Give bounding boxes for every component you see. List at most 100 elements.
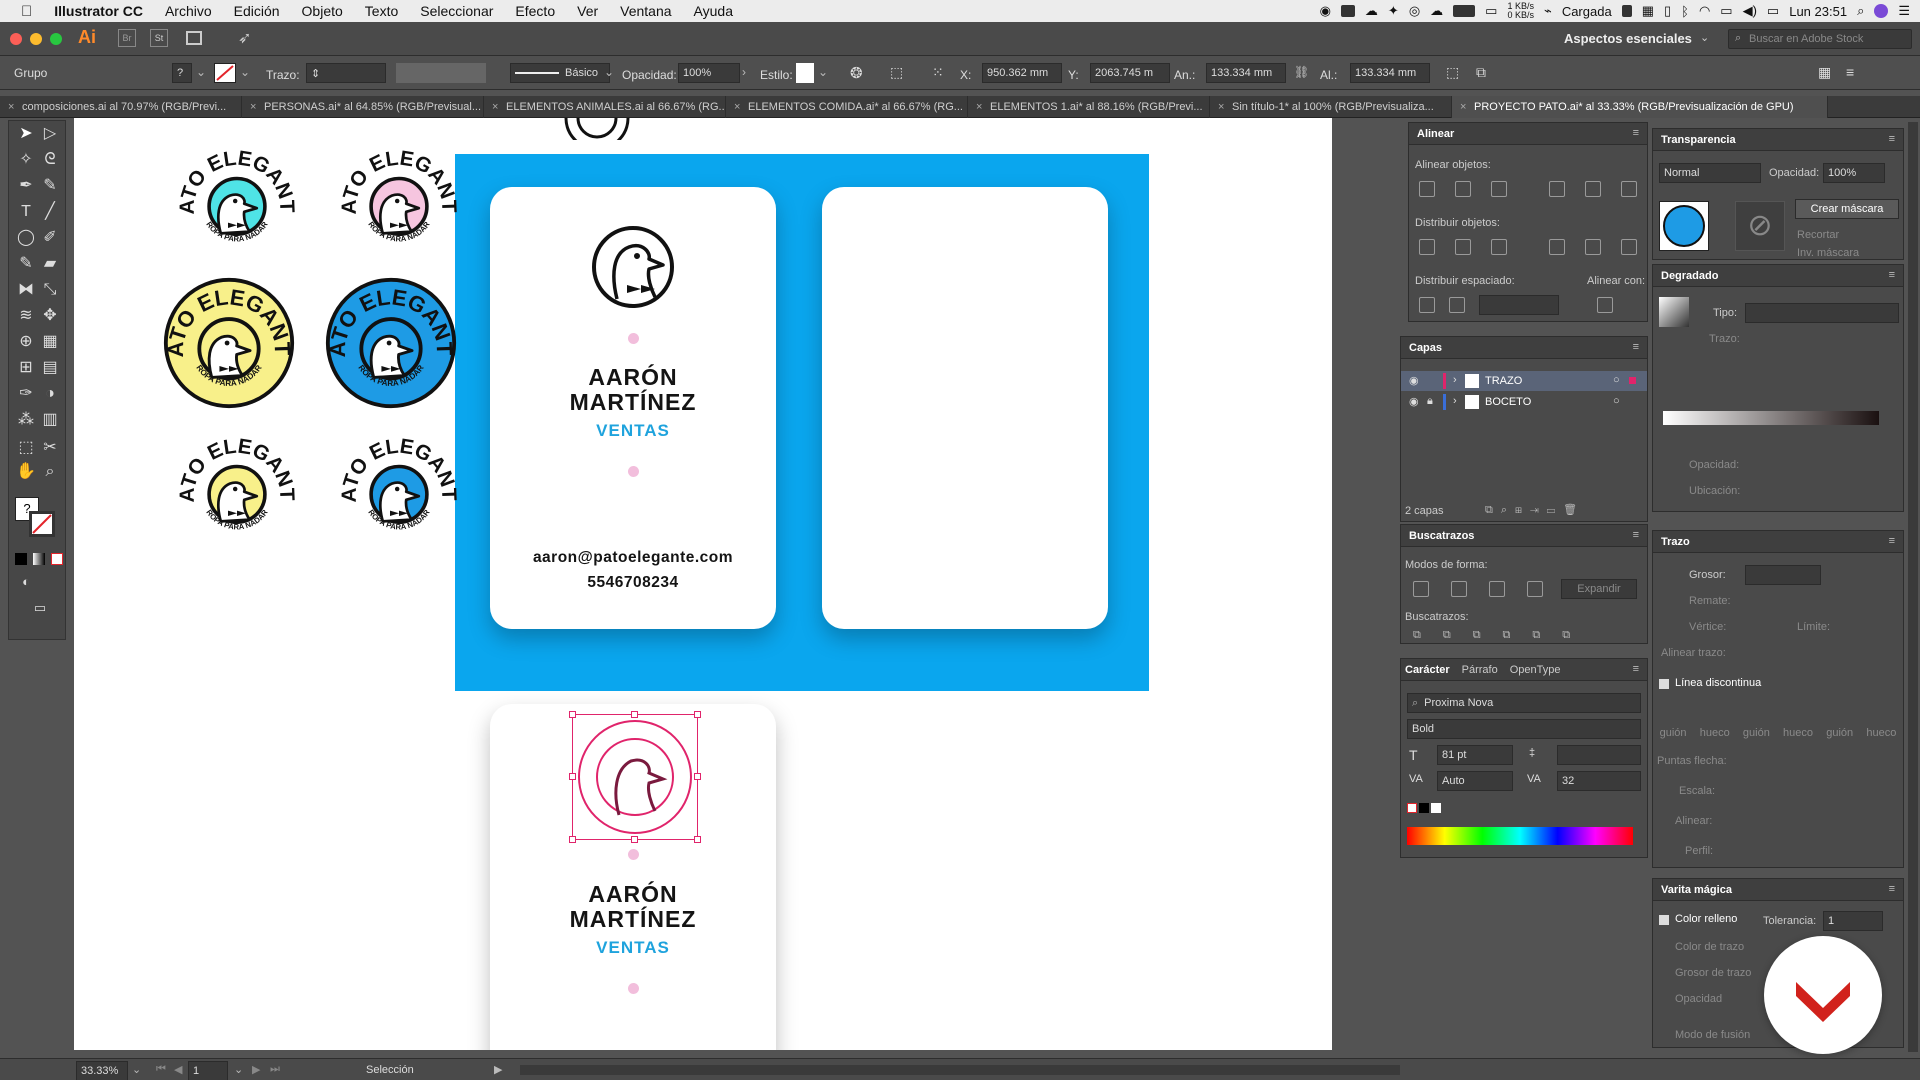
align-bottom-icon[interactable] <box>1621 181 1637 197</box>
bridge-icon[interactable]: Br <box>118 29 136 47</box>
scale-tool-icon[interactable]: ⤡ <box>39 279 61 301</box>
menu-archivo[interactable]: Archivo <box>154 3 223 19</box>
handle-bottom[interactable] <box>631 836 638 843</box>
transparency-panel-header[interactable]: Transparencia ≡ <box>1653 129 1903 151</box>
gradient-mode-icon[interactable] <box>33 553 45 565</box>
layer-name-trazo[interactable]: TRAZO <box>1485 375 1522 387</box>
canvas[interactable]: AARÓN MARTÍNEZ VENTAS aaron@patoelegante… <box>74 118 1334 1050</box>
distribute-hspace-icon[interactable] <box>1449 297 1465 313</box>
black-swatch[interactable] <box>1419 803 1429 813</box>
menu-efecto[interactable]: Efecto <box>504 3 566 19</box>
draw-mode-icon[interactable]: ◐ <box>15 571 37 593</box>
shape-builder-tool-icon[interactable]: ⊕ <box>15 331 37 353</box>
menu-ayuda[interactable]: Ayuda <box>683 3 744 19</box>
stock-icon[interactable]: St <box>150 29 168 47</box>
menu-objeto[interactable]: Objeto <box>291 3 354 19</box>
none-swatch[interactable] <box>1407 803 1417 813</box>
visibility-eye-icon[interactable]: ◉ <box>1409 374 1419 387</box>
siri-icon[interactable] <box>1874 4 1889 18</box>
make-mask-button[interactable]: Crear máscara <box>1795 199 1899 219</box>
stroke-weight-option[interactable]: Grosor de trazo <box>1675 967 1751 979</box>
handle-bottom-left[interactable] <box>569 836 576 843</box>
white-swatch[interactable] <box>1431 803 1441 813</box>
distribute-vcenter-icon[interactable] <box>1455 239 1471 255</box>
tab-elementos-comida[interactable]: ELEMENTOS COMIDA.ai* al 66.67% (RG... <box>726 96 968 118</box>
pato-elegante-logo[interactable]: PATO ELEGANTEROPA PARA NADAR <box>336 138 462 264</box>
workspace-switcher[interactable]: Aspectos esenciales <box>1564 31 1692 46</box>
pathfinder-ops-icons[interactable]: ⧉⧉⧉⧉⧉⧉ <box>1413 629 1592 642</box>
leading-field[interactable] <box>1557 745 1641 765</box>
visibility-eye-icon[interactable]: ◉ <box>1409 395 1419 408</box>
layer-actions-icons[interactable]: ⧉⌕⊞⇥▭🗑︎ <box>1485 503 1585 517</box>
brush-dropdown-icon[interactable]: ⌄ <box>604 65 614 79</box>
zoom-tool-icon[interactable]: ⌕ <box>39 461 61 483</box>
menu-edicion[interactable]: Edición <box>223 3 291 19</box>
tab-parrafo[interactable]: Párrafo <box>1462 664 1498 676</box>
wifi-icon[interactable]: ◠ <box>1699 3 1710 19</box>
zoom-field[interactable]: 33.33% <box>76 1061 128 1080</box>
font-size-field[interactable]: 81 pt <box>1437 745 1513 765</box>
constrain-proportions-icon[interactable]: ⛓ <box>1294 65 1309 79</box>
handle-bottom-right[interactable] <box>694 836 701 843</box>
tab-elementos-1[interactable]: ELEMENTOS 1.ai* al 88.16% (RGB/Previ... <box>968 96 1210 118</box>
align-to-selection-icon[interactable] <box>1597 297 1613 313</box>
paintbrush-tool-icon[interactable]: ✐ <box>39 227 61 249</box>
layer-row-trazo[interactable]: ◉ › TRAZO ○ <box>1401 371 1647 391</box>
gradient-type-select[interactable] <box>1745 303 1899 323</box>
minus-front-icon[interactable] <box>1451 581 1467 597</box>
zoom-window-button[interactable] <box>50 33 62 45</box>
pathfinder-panel-header[interactable]: Buscatrazos ≡ <box>1401 525 1647 547</box>
stock-search[interactable]: ⌕ Buscar en Adobe Stock <box>1728 29 1912 49</box>
artboard-number-field[interactable]: 1 <box>188 1061 228 1080</box>
symbol-sprayer-tool-icon[interactable]: ⁂ <box>15 409 37 431</box>
last-artboard-icon[interactable]: ⏭ <box>270 1063 280 1076</box>
invert-mask-label[interactable]: Inv. máscara <box>1797 247 1859 259</box>
tab-sin-titulo[interactable]: Sin título-1* al 100% (RGB/Previsualiza.… <box>1210 96 1452 118</box>
notifications-icon[interactable]: ☰ <box>1898 3 1910 19</box>
font-family-select[interactable]: ⌕ Proxima Nova <box>1407 693 1641 713</box>
reflect-tool-icon[interactable]: ⧓ <box>15 279 37 301</box>
fill-swatch[interactable]: ? <box>172 63 192 83</box>
spotlight-icon[interactable]: ⌕ <box>1857 3 1864 19</box>
recolor-icon[interactable]: ❂ <box>850 64 863 82</box>
tolerance-field[interactable]: 1 <box>1823 911 1883 931</box>
stroke-menu-icon[interactable]: ≡ <box>1889 535 1895 547</box>
pato-elegante-logo[interactable]: PATO ELEGANTEROPA PARA NADAR <box>174 138 300 264</box>
stroke-weight-field[interactable] <box>1745 565 1821 585</box>
next-artboard-icon[interactable]: ▶ <box>252 1063 260 1076</box>
tab-elementos-animales[interactable]: ELEMENTOS ANIMALES.ai al 66.67% (RG... <box>484 96 726 118</box>
transparency-opacity-field[interactable]: 100% <box>1823 163 1885 183</box>
menu-texto[interactable]: Texto <box>354 3 409 19</box>
stroke-color-option[interactable]: Color de trazo <box>1675 941 1744 953</box>
layer-row-boceto[interactable]: ◉ 🔒︎ › BOCETO ○ <box>1401 392 1647 412</box>
close-window-button[interactable] <box>10 33 22 45</box>
tab-caracter[interactable]: Carácter <box>1405 664 1450 676</box>
fill-color-checkbox[interactable] <box>1659 915 1669 925</box>
intersect-icon[interactable] <box>1489 581 1505 597</box>
height-field[interactable]: 133.334 mm <box>1350 63 1430 83</box>
expand-chevron-icon[interactable]: › <box>1453 395 1457 407</box>
fill-color-label[interactable]: Color relleno <box>1675 913 1737 925</box>
gradient-menu-icon[interactable]: ≡ <box>1889 269 1895 281</box>
selection-tool-icon[interactable]: ➤ <box>15 123 37 145</box>
arrange-documents-icon[interactable] <box>186 31 202 45</box>
direct-selection-tool-icon[interactable]: ▷ <box>39 123 61 145</box>
workspace-chevron-icon[interactable]: ⌄ <box>1700 31 1709 44</box>
slice-tool-icon[interactable]: ✂ <box>39 437 61 459</box>
magic-wand-panel-header[interactable]: Varita mágica ≡ <box>1653 879 1903 901</box>
dropbox-icon[interactable]: ✦ <box>1388 3 1399 19</box>
pato-elegante-logo[interactable]: PATO ELEGANTEROPA PARA NADAR <box>324 276 458 410</box>
zoom-dropdown-icon[interactable]: ⌄ <box>132 1063 141 1076</box>
layer-name-boceto[interactable]: BOCETO <box>1485 396 1531 408</box>
record-icon[interactable]: ◉ <box>1320 3 1331 19</box>
gpu-performance-icon[interactable]: ➶ <box>238 28 251 48</box>
tab-personas[interactable]: PERSONAS.ai* al 64.85% (RGB/Previsual... <box>242 96 484 118</box>
graph-tool-icon[interactable]: ▥ <box>39 409 61 431</box>
panel-menu-icon[interactable]: ▦ <box>1818 64 1831 81</box>
magic-wand-menu-icon[interactable]: ≡ <box>1889 883 1895 895</box>
distribute-bottom-icon[interactable] <box>1491 239 1507 255</box>
gradient-panel-header[interactable]: Degradado ≡ <box>1653 265 1903 287</box>
stroke-swatch[interactable] <box>214 63 236 83</box>
stroke-weight-field[interactable]: ⇕ <box>306 63 386 83</box>
distribute-top-icon[interactable] <box>1419 239 1435 255</box>
